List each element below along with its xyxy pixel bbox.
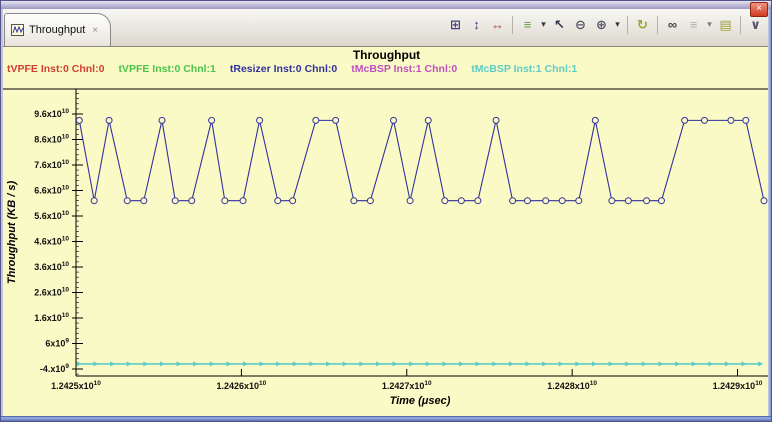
svg-text:4.6x1010: 4.6x1010	[34, 235, 69, 246]
refresh-icon[interactable]: ↻	[633, 15, 652, 34]
tab-label: Throughput	[29, 24, 86, 36]
zoom-region-icon[interactable]: ≡	[518, 15, 537, 34]
zoom-in-icon[interactable]: ⊕	[592, 15, 611, 34]
window-close-button[interactable]: ×	[750, 2, 768, 17]
svg-text:1.2429x1010: 1.2429x1010	[713, 380, 763, 391]
svg-text:1.6x1010: 1.6x1010	[34, 312, 69, 323]
chevron-icon[interactable]: ∨	[746, 15, 765, 34]
zoom-out-icon[interactable]: ⊖	[571, 15, 590, 34]
svg-text:9.6x1010: 9.6x1010	[34, 108, 69, 119]
plot-canvas[interactable]: 1.2425x1010 1.2426x1010 1.2427x1010 1.2428x…	[3, 47, 770, 418]
close-icon: ×	[756, 3, 762, 14]
dropdown-arrow-icon[interactable]: ▾	[613, 15, 622, 34]
svg-text:8.6x1010: 8.6x1010	[34, 133, 69, 144]
svg-text:6.6x1010: 6.6x1010	[34, 184, 69, 195]
legend-item-1: tVPFE Inst:0 Chnl:1	[118, 63, 216, 75]
window-edge-left	[1, 9, 3, 416]
tab-throughput[interactable]: Throughput ×	[4, 13, 112, 46]
dropdown-arrow-icon[interactable]: ▾	[539, 15, 548, 34]
svg-text:3.6x1010: 3.6x1010	[34, 261, 69, 272]
fit-vertical-icon[interactable]: ↕	[467, 15, 486, 34]
chart-title: Throughput	[352, 48, 421, 62]
window-edge-bottom	[1, 416, 771, 421]
legend-item-0: tVPFE Inst:0 Chnl:0	[7, 63, 105, 75]
legend-item-4: tMcBSP Inst:1 Chnl:1	[471, 63, 578, 75]
window-titlebar	[1, 1, 771, 9]
pointer-icon[interactable]: ↖	[550, 15, 569, 34]
app-window: × Throughput × ⊞ ↕ ↔ ≡ ▾ ↖ ⊖ ⊕ ▾ ↻ ∞ ≡ ▾…	[0, 0, 772, 422]
toolbar-separator	[512, 15, 513, 34]
view-tab-bar: Throughput × ⊞ ↕ ↔ ≡ ▾ ↖ ⊖ ⊕ ▾ ↻ ∞ ≡ ▾ ▤…	[1, 9, 771, 47]
fit-horizontal-icon[interactable]: ↔	[488, 15, 507, 34]
toolbar-separator	[627, 15, 628, 34]
legend: tVPFE Inst:0 Chnl:0 tVPFE Inst:0 Chnl:1 tR…	[7, 63, 770, 75]
svg-text:2.6x1010: 2.6x1010	[34, 286, 69, 297]
plot-toolbar: ⊞ ↕ ↔ ≡ ▾ ↖ ⊖ ⊕ ▾ ↻ ∞ ≡ ▾ ▤ ∨	[446, 15, 765, 34]
svg-text:7.6x1010: 7.6x1010	[34, 159, 69, 170]
svg-text:Throughput (KB / s): Throughput (KB / s)	[6, 181, 18, 285]
svg-text:1.2425x1010: 1.2425x1010	[51, 380, 101, 391]
chart-tab-icon	[11, 24, 24, 36]
svg-text:5.6x1010: 5.6x1010	[34, 210, 69, 221]
legend-item-2: tResizer Inst:0 Chnl:0	[229, 63, 338, 75]
legend-item-3: tMcBSP Inst:1 Chnl:0	[351, 63, 458, 75]
svg-text:1.2426x1010: 1.2426x1010	[216, 380, 266, 391]
chart-view-icon[interactable]: ▤	[716, 15, 735, 34]
fit-graph-icon[interactable]: ⊞	[446, 15, 465, 34]
svg-text:1.2428x1010: 1.2428x1010	[547, 380, 597, 391]
dropdown-arrow-icon[interactable]: ▾	[705, 15, 714, 34]
svg-text:Time (μsec): Time (μsec)	[390, 395, 451, 407]
chart-panel: 1.2425x1010 1.2426x1010 1.2427x1010 1.2428x…	[3, 47, 770, 418]
toolbar-separator	[740, 15, 741, 34]
svg-text:1.2427x1010: 1.2427x1010	[382, 380, 432, 391]
tab-close-icon[interactable]: ×	[92, 25, 98, 36]
binoculars-icon[interactable]: ∞	[663, 15, 682, 34]
menu-icon[interactable]: ≡	[684, 15, 703, 34]
toolbar-separator	[657, 15, 658, 34]
svg-text:6x109: 6x109	[45, 337, 69, 348]
svg-text:-4.x109: -4.x109	[40, 363, 70, 374]
